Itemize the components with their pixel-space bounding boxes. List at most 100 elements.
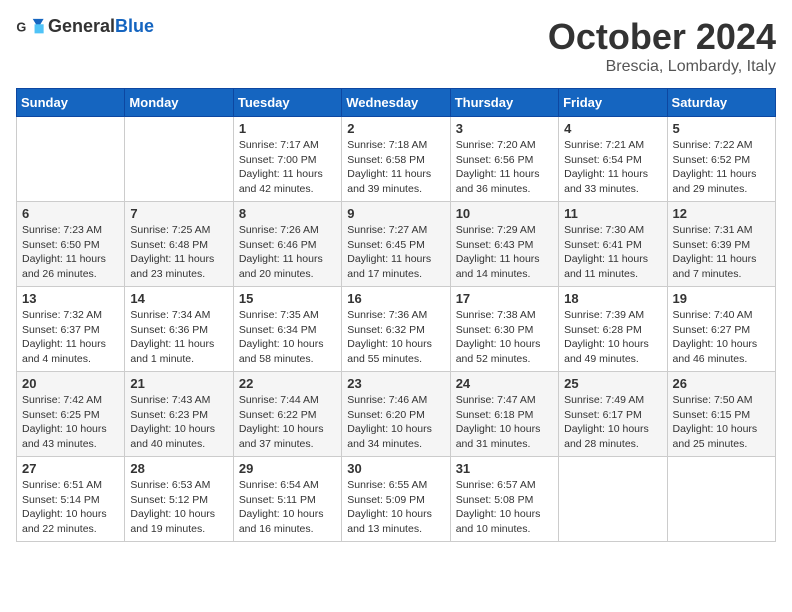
calendar-cell: 22 Sunrise: 7:44 AM Sunset: 6:22 PM Dayli… (233, 372, 341, 457)
calendar-cell: 4 Sunrise: 7:21 AM Sunset: 6:54 PM Daylig… (559, 117, 667, 202)
calendar-cell: 13 Sunrise: 7:32 AM Sunset: 6:37 PM Dayli… (17, 287, 125, 372)
page-header: G GeneralBlue October 2024 Brescia, Lomb… (16, 16, 776, 76)
day-number: 19 (673, 291, 770, 306)
day-of-week-header: Monday (125, 89, 233, 117)
day-of-week-header: Tuesday (233, 89, 341, 117)
day-info: Sunrise: 7:23 AM Sunset: 6:50 PM Dayligh… (22, 223, 119, 282)
month-title: October 2024 (548, 16, 776, 58)
calendar-week-row: 1Sunrise: 7:17 AM Sunset: 7:00 PM Daylig… (17, 117, 776, 202)
day-info: Sunrise: 7:47 AM Sunset: 6:18 PM Dayligh… (456, 393, 553, 452)
calendar-cell: 10 Sunrise: 7:29 AM Sunset: 6:43 PM Dayli… (450, 202, 558, 287)
calendar-cell: 18 Sunrise: 7:39 AM Sunset: 6:28 PM Dayli… (559, 287, 667, 372)
day-number: 10 (456, 206, 553, 221)
day-number: 16 (347, 291, 444, 306)
day-of-week-header: Thursday (450, 89, 558, 117)
logo-general: General (48, 16, 115, 36)
day-number: 25 (564, 376, 661, 391)
calendar-cell: 14 Sunrise: 7:34 AM Sunset: 6:36 PM Dayli… (125, 287, 233, 372)
day-number: 20 (22, 376, 119, 391)
day-number: 9 (347, 206, 444, 221)
day-number: 22 (239, 376, 336, 391)
calendar-cell (17, 117, 125, 202)
calendar-cell: 23Sunrise: 7:46 AM Sunset: 6:20 PM Dayli… (342, 372, 450, 457)
day-info: Sunrise: 7:18 AM Sunset: 6:58 PM Dayligh… (347, 138, 444, 197)
title-area: October 2024 Brescia, Lombardy, Italy (548, 16, 776, 76)
calendar-cell: 17 Sunrise: 7:38 AM Sunset: 6:30 PM Dayli… (450, 287, 558, 372)
day-info: Sunrise: 7:34 AM Sunset: 6:36 PM Dayligh… (130, 308, 227, 367)
calendar-cell (667, 457, 775, 542)
day-info: Sunrise: 7:38 AM Sunset: 6:30 PM Dayligh… (456, 308, 553, 367)
day-number: 13 (22, 291, 119, 306)
day-number: 2 (347, 121, 444, 136)
day-number: 4 (564, 121, 661, 136)
day-number: 30 (347, 461, 444, 476)
day-number: 18 (564, 291, 661, 306)
day-number: 24 (456, 376, 553, 391)
calendar-cell: 3Sunrise: 7:20 AM Sunset: 6:56 PM Daylig… (450, 117, 558, 202)
day-number: 17 (456, 291, 553, 306)
day-number: 28 (130, 461, 227, 476)
day-info: Sunrise: 7:42 AM Sunset: 6:25 PM Dayligh… (22, 393, 119, 452)
day-info: Sunrise: 7:30 AM Sunset: 6:41 PM Dayligh… (564, 223, 661, 282)
calendar-week-row: 6 Sunrise: 7:23 AM Sunset: 6:50 PM Daylig… (17, 202, 776, 287)
calendar-cell: 5 Sunrise: 7:22 AM Sunset: 6:52 PM Daylig… (667, 117, 775, 202)
location-title: Brescia, Lombardy, Italy (548, 58, 776, 76)
calendar-cell: 24 Sunrise: 7:47 AM Sunset: 6:18 PM Dayli… (450, 372, 558, 457)
day-info: Sunrise: 7:39 AM Sunset: 6:28 PM Dayligh… (564, 308, 661, 367)
day-number: 5 (673, 121, 770, 136)
logo-icon: G (16, 17, 44, 37)
day-number: 8 (239, 206, 336, 221)
day-info: Sunrise: 7:35 AM Sunset: 6:34 PM Dayligh… (239, 308, 336, 367)
logo: G GeneralBlue (16, 16, 154, 37)
calendar-cell (559, 457, 667, 542)
day-info: Sunrise: 7:50 AM Sunset: 6:15 PM Dayligh… (673, 393, 770, 452)
day-number: 11 (564, 206, 661, 221)
calendar-cell: 7 Sunrise: 7:25 AM Sunset: 6:48 PM Daylig… (125, 202, 233, 287)
day-info: Sunrise: 6:51 AM Sunset: 5:14 PM Dayligh… (22, 478, 119, 537)
day-number: 27 (22, 461, 119, 476)
day-of-week-header: Friday (559, 89, 667, 117)
calendar-week-row: 20 Sunrise: 7:42 AM Sunset: 6:25 PM Dayli… (17, 372, 776, 457)
day-info: Sunrise: 7:25 AM Sunset: 6:48 PM Dayligh… (130, 223, 227, 282)
calendar-cell: 8Sunrise: 7:26 AM Sunset: 6:46 PM Daylig… (233, 202, 341, 287)
calendar-cell: 2 Sunrise: 7:18 AM Sunset: 6:58 PM Daylig… (342, 117, 450, 202)
calendar-cell: 29Sunrise: 6:54 AM Sunset: 5:11 PM Dayli… (233, 457, 341, 542)
calendar-cell: 19 Sunrise: 7:40 AM Sunset: 6:27 PM Dayli… (667, 287, 775, 372)
day-number: 14 (130, 291, 227, 306)
calendar-cell: 28 Sunrise: 6:53 AM Sunset: 5:12 PM Dayli… (125, 457, 233, 542)
day-number: 21 (130, 376, 227, 391)
day-info: Sunrise: 7:36 AM Sunset: 6:32 PM Dayligh… (347, 308, 444, 367)
calendar-week-row: 13 Sunrise: 7:32 AM Sunset: 6:37 PM Dayli… (17, 287, 776, 372)
day-info: Sunrise: 7:27 AM Sunset: 6:45 PM Dayligh… (347, 223, 444, 282)
day-info: Sunrise: 7:17 AM Sunset: 7:00 PM Dayligh… (239, 138, 336, 197)
day-info: Sunrise: 7:40 AM Sunset: 6:27 PM Dayligh… (673, 308, 770, 367)
day-info: Sunrise: 7:46 AM Sunset: 6:20 PM Dayligh… (347, 393, 444, 452)
calendar-cell: 30 Sunrise: 6:55 AM Sunset: 5:09 PM Dayli… (342, 457, 450, 542)
day-info: Sunrise: 7:21 AM Sunset: 6:54 PM Dayligh… (564, 138, 661, 197)
day-number: 7 (130, 206, 227, 221)
day-info: Sunrise: 6:57 AM Sunset: 5:08 PM Dayligh… (456, 478, 553, 537)
calendar-cell: 1Sunrise: 7:17 AM Sunset: 7:00 PM Daylig… (233, 117, 341, 202)
day-info: Sunrise: 7:43 AM Sunset: 6:23 PM Dayligh… (130, 393, 227, 452)
svg-text:G: G (16, 19, 26, 34)
day-info: Sunrise: 7:29 AM Sunset: 6:43 PM Dayligh… (456, 223, 553, 282)
calendar-cell: 6 Sunrise: 7:23 AM Sunset: 6:50 PM Daylig… (17, 202, 125, 287)
day-info: Sunrise: 6:53 AM Sunset: 5:12 PM Dayligh… (130, 478, 227, 537)
day-info: Sunrise: 6:54 AM Sunset: 5:11 PM Dayligh… (239, 478, 336, 537)
day-number: 26 (673, 376, 770, 391)
day-info: Sunrise: 7:44 AM Sunset: 6:22 PM Dayligh… (239, 393, 336, 452)
day-info: Sunrise: 7:49 AM Sunset: 6:17 PM Dayligh… (564, 393, 661, 452)
day-info: Sunrise: 7:22 AM Sunset: 6:52 PM Dayligh… (673, 138, 770, 197)
day-number: 6 (22, 206, 119, 221)
day-of-week-header: Wednesday (342, 89, 450, 117)
day-number: 15 (239, 291, 336, 306)
calendar-cell: 15 Sunrise: 7:35 AM Sunset: 6:34 PM Dayli… (233, 287, 341, 372)
calendar-cell: 16 Sunrise: 7:36 AM Sunset: 6:32 PM Dayli… (342, 287, 450, 372)
logo-blue: Blue (115, 16, 154, 36)
calendar-cell: 12Sunrise: 7:31 AM Sunset: 6:39 PM Dayli… (667, 202, 775, 287)
day-info: Sunrise: 6:55 AM Sunset: 5:09 PM Dayligh… (347, 478, 444, 537)
calendar-cell: 21 Sunrise: 7:43 AM Sunset: 6:23 PM Dayli… (125, 372, 233, 457)
calendar-cell (125, 117, 233, 202)
day-info: Sunrise: 7:32 AM Sunset: 6:37 PM Dayligh… (22, 308, 119, 367)
calendar-week-row: 27 Sunrise: 6:51 AM Sunset: 5:14 PM Dayli… (17, 457, 776, 542)
